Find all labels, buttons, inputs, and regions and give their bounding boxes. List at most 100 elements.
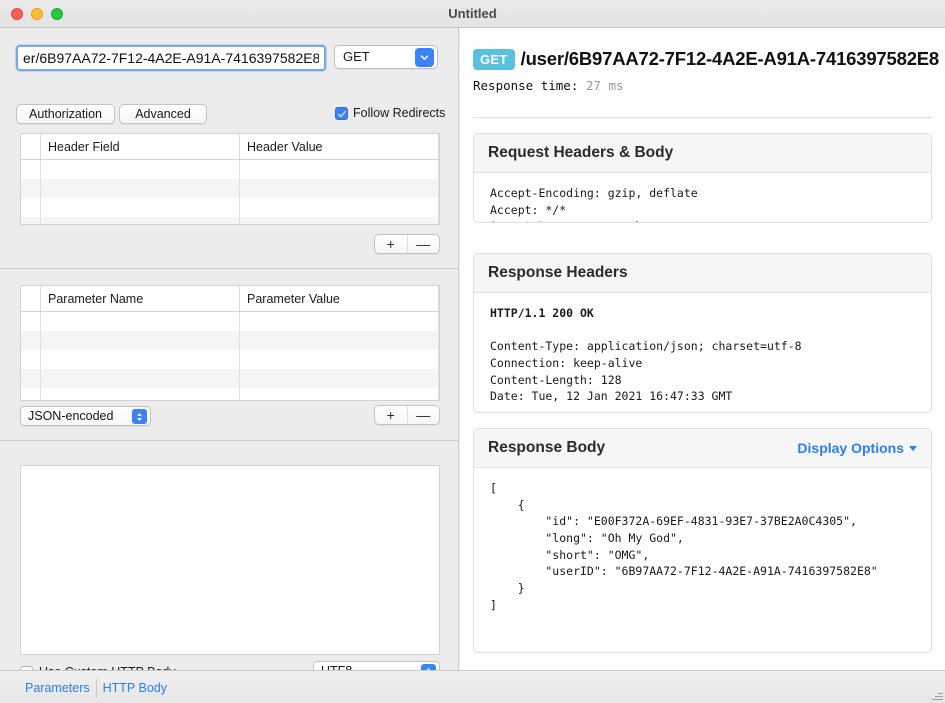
parameters-table[interactable]: Parameter Name Parameter Value — [20, 285, 440, 401]
maximize-window-icon[interactable] — [51, 8, 63, 20]
row-enabled-cell[interactable] — [21, 198, 41, 217]
row-enabled-cell[interactable] — [21, 369, 41, 388]
response-time-label: Response time: — [473, 78, 579, 93]
row-field-cell[interactable] — [40, 217, 240, 224]
row-field-cell[interactable] — [40, 198, 240, 217]
row-value-cell[interactable] — [239, 350, 439, 369]
tab-parameters[interactable]: Parameters — [19, 679, 96, 697]
http-body-textarea[interactable] — [20, 465, 440, 655]
response-url: /user/6B97AA72-7F12-4A2E-A91A-7416397582… — [520, 48, 940, 69]
response-time: Response time: 27 ms — [473, 78, 624, 93]
traffic-lights — [11, 8, 63, 20]
response-headers-card-title: Response Headers — [488, 264, 628, 281]
remove-parameter-button[interactable]: — — [408, 406, 440, 424]
add-header-button[interactable]: + — [375, 235, 408, 253]
row-field-cell[interactable] — [40, 179, 240, 198]
authorization-button[interactable]: Authorization — [16, 104, 115, 124]
params-table-header-row: Parameter Name Parameter Value — [21, 286, 439, 312]
table-row[interactable] — [21, 331, 439, 350]
response-body-content: [ { "id": "E00F372A-69EF-4831-93E7-37BE2… — [490, 481, 878, 612]
advanced-button[interactable]: Advanced — [119, 104, 207, 124]
response-pane: GET/user/6B97AA72-7F12-4A2E-A91A-7416397… — [460, 28, 945, 670]
app-window: Untitled GET Authorization Advanced Foll… — [0, 0, 945, 703]
request-headers-card: Request Headers & Body Accept-Encoding: … — [473, 133, 932, 223]
response-headers-content: HTTP/1.1 200 OK Content-Type: applicatio… — [474, 293, 931, 412]
remove-header-button[interactable]: — — [408, 235, 440, 253]
footer-tab-group: Parameters HTTP Body — [19, 679, 173, 697]
minimize-window-icon[interactable] — [31, 8, 43, 20]
row-value-cell[interactable] — [239, 388, 439, 400]
headers-add-remove-group[interactable]: + — — [374, 234, 440, 254]
response-body-card-title: Response Body — [488, 439, 606, 456]
up-down-stepper-icon — [132, 409, 147, 424]
table-row[interactable] — [21, 388, 439, 400]
follow-redirects-checkbox[interactable] — [335, 106, 348, 120]
row-name-cell[interactable] — [40, 388, 240, 400]
params-col-name[interactable]: Parameter Name — [40, 286, 240, 312]
row-name-cell[interactable] — [40, 311, 240, 331]
row-enabled-cell[interactable] — [21, 159, 41, 179]
row-enabled-cell[interactable] — [21, 179, 41, 198]
display-options-label: Display Options — [797, 440, 904, 456]
response-headers-card: Response Headers HTTP/1.1 200 OK Content… — [473, 253, 932, 413]
request-pane: GET Authorization Advanced Follow Redire… — [0, 28, 459, 681]
resize-grip-icon[interactable] — [930, 688, 943, 701]
headers-col-enabled[interactable] — [21, 134, 41, 160]
row-value-cell[interactable] — [239, 311, 439, 331]
encoding-select[interactable]: JSON-encoded — [20, 406, 151, 426]
close-window-icon[interactable] — [11, 8, 23, 20]
follow-redirects-row[interactable]: Follow Redirects — [335, 106, 445, 120]
response-body-card-header: Response Body Display Options — [474, 429, 931, 468]
row-value-cell[interactable] — [239, 159, 439, 179]
display-options-button[interactable]: Display Options — [797, 440, 917, 456]
row-enabled-cell[interactable] — [21, 311, 41, 331]
table-row[interactable] — [21, 369, 439, 388]
request-headers-content: Accept-Encoding: gzip, deflate Accept: *… — [490, 186, 698, 222]
add-parameter-button[interactable]: + — [375, 406, 408, 424]
response-time-value: 27 ms — [585, 78, 624, 93]
section-divider — [0, 440, 459, 441]
table-row[interactable] — [21, 350, 439, 369]
response-header: GET/user/6B97AA72-7F12-4A2E-A91A-7416397… — [473, 48, 943, 70]
row-value-cell[interactable] — [239, 369, 439, 388]
header-divider — [473, 117, 932, 118]
row-name-cell[interactable] — [40, 369, 240, 388]
table-row[interactable] — [21, 179, 439, 198]
encoding-select-value: JSON-encoded — [28, 409, 114, 423]
follow-redirects-label: Follow Redirects — [353, 106, 446, 120]
row-enabled-cell[interactable] — [21, 331, 41, 350]
response-method-badge: GET — [473, 48, 515, 70]
row-enabled-cell[interactable] — [21, 217, 41, 224]
footer-bar: Parameters HTTP Body Send Request — [0, 670, 945, 703]
headers-table[interactable]: Header Field Header Value — [20, 133, 440, 225]
chevron-down-icon — [909, 445, 917, 451]
section-divider — [0, 268, 459, 269]
params-add-remove-group[interactable]: + — — [374, 405, 440, 425]
row-name-cell[interactable] — [40, 350, 240, 369]
table-row[interactable] — [21, 311, 439, 331]
http-method-value: GET — [343, 49, 370, 64]
row-enabled-cell[interactable] — [21, 350, 41, 369]
row-field-cell[interactable] — [40, 159, 240, 179]
response-headers-list: Content-Type: application/json; charset=… — [490, 339, 802, 404]
http-method-select[interactable]: GET — [334, 45, 438, 69]
response-body-card: Response Body Display Options [ { "id": … — [473, 428, 932, 653]
row-value-cell[interactable] — [239, 198, 439, 217]
row-value-cell[interactable] — [239, 331, 439, 350]
params-col-enabled[interactable] — [21, 286, 41, 312]
row-value-cell[interactable] — [239, 217, 439, 224]
row-name-cell[interactable] — [40, 331, 240, 350]
row-enabled-cell[interactable] — [21, 388, 41, 400]
table-row[interactable] — [21, 217, 439, 224]
table-row[interactable] — [21, 159, 439, 179]
row-value-cell[interactable] — [239, 179, 439, 198]
request-headers-card-title: Request Headers & Body — [488, 144, 674, 161]
tab-http-body[interactable]: HTTP Body — [97, 679, 173, 697]
window-title: Untitled — [448, 6, 497, 21]
params-col-value[interactable]: Parameter Value — [239, 286, 439, 312]
url-input[interactable] — [16, 45, 326, 71]
headers-col-field[interactable]: Header Field — [40, 134, 240, 160]
headers-col-value[interactable]: Header Value — [239, 134, 439, 160]
table-row[interactable] — [21, 198, 439, 217]
url-row — [16, 45, 326, 71]
